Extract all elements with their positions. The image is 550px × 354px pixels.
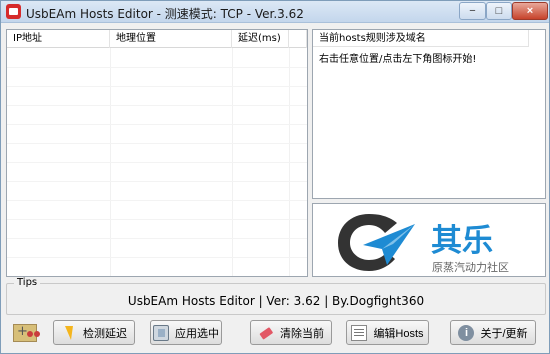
keylol-logo-subtitle: 原蒸汽动力社区	[432, 261, 509, 274]
row-divider	[7, 181, 307, 182]
about-update-label: 关于/更新	[480, 327, 528, 340]
about-update-button[interactable]: i 关于/更新	[450, 320, 536, 345]
row-divider	[7, 162, 307, 163]
minimize-button[interactable]: −	[459, 2, 486, 20]
column-extra[interactable]	[289, 30, 307, 48]
app-window: UsbEAm Hosts Editor - 测速模式: TCP - Ver.3.…	[0, 0, 550, 354]
list-header: IP地址 地理位置 延迟(ms)	[7, 30, 307, 48]
apply-selected-button[interactable]: 应用选中	[150, 320, 222, 345]
row-divider	[7, 67, 307, 68]
window-title: UsbEAm Hosts Editor - 测速模式: TCP - Ver.3.…	[26, 7, 304, 21]
app-icon	[6, 4, 21, 19]
column-location[interactable]: 地理位置	[110, 30, 232, 48]
edit-icon	[351, 324, 368, 341]
bolt-icon	[61, 325, 77, 341]
detect-latency-label: 检测延迟	[83, 327, 127, 340]
row-divider	[7, 257, 307, 258]
row-divider	[7, 124, 307, 125]
row-divider	[7, 105, 307, 106]
close-button[interactable]: ×	[512, 2, 548, 20]
hosts-result-list[interactable]: IP地址 地理位置 延迟(ms)	[6, 29, 308, 277]
current-hosts-rules-panel[interactable]: 当前hosts规则涉及域名 右击任意位置/点击左下角图标开始!	[312, 29, 546, 199]
tips-text: UsbEAm Hosts Editor | Ver: 3.62 | By.Dog…	[127, 294, 425, 308]
start-tool-icon[interactable]	[13, 324, 37, 342]
row-divider	[7, 238, 307, 239]
apply-icon	[153, 324, 169, 341]
column-ip-address[interactable]: IP地址	[7, 30, 110, 48]
edit-hosts-button[interactable]: 编辑Hosts	[346, 320, 429, 345]
column-latency[interactable]: 延迟(ms)	[232, 30, 289, 48]
keylol-logo-panel: 其乐 原蒸汽动力社区	[312, 203, 546, 277]
clear-current-label: 清除当前	[280, 327, 324, 340]
edit-hosts-label: 编辑Hosts	[373, 327, 424, 340]
clear-current-button[interactable]: 清除当前	[250, 320, 332, 345]
row-divider	[7, 200, 307, 201]
eraser-icon	[255, 321, 277, 343]
tips-label: Tips	[14, 277, 41, 289]
current-hosts-rules-header: 当前hosts规则涉及域名	[313, 30, 529, 47]
tips-box: Tips UsbEAm Hosts Editor | Ver: 3.62 | B…	[6, 277, 546, 315]
close-icon: ×	[526, 5, 534, 17]
keylol-logo-icon	[338, 214, 415, 271]
detect-latency-button[interactable]: 检测延迟	[53, 320, 135, 345]
row-divider	[7, 143, 307, 144]
keylol-logo-title: 其乐	[431, 223, 493, 259]
title-bar[interactable]: UsbEAm Hosts Editor - 测速模式: TCP - Ver.3.…	[1, 1, 549, 23]
info-icon: i	[458, 324, 475, 341]
apply-selected-label: 应用选中	[175, 327, 219, 340]
maximize-button[interactable]: □	[486, 2, 512, 20]
row-divider	[7, 219, 307, 220]
start-instruction: 右击任意位置/点击左下角图标开始!	[319, 54, 477, 65]
row-divider	[7, 86, 307, 87]
minimize-icon: −	[469, 5, 476, 17]
maximize-icon: □	[495, 5, 503, 17]
